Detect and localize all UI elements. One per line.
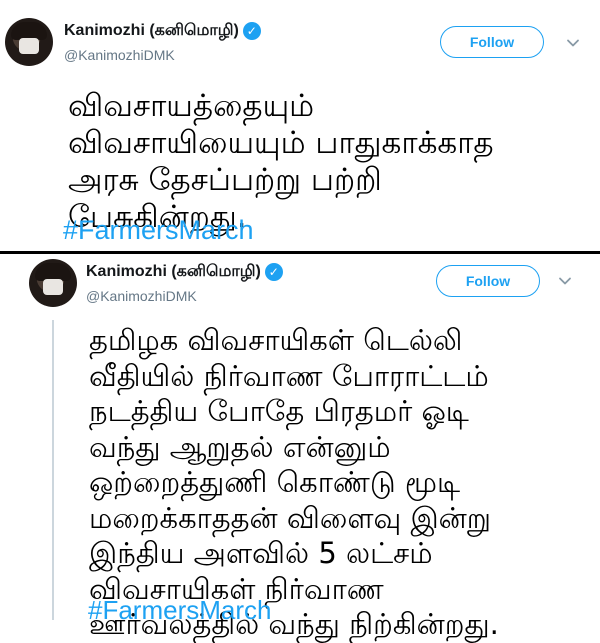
verified-badge-icon: ✓ (264, 263, 283, 281)
thread-line (52, 320, 54, 620)
chevron-down-icon[interactable] (558, 274, 572, 288)
author-display-name[interactable]: Kanimozhi (கனிமொழி) (86, 262, 261, 282)
author-handle[interactable]: @KanimozhiDMK (86, 288, 197, 304)
avatar-face (43, 279, 63, 295)
hashtag-link[interactable]: #FarmersMarch (88, 595, 271, 626)
tweet-card-2: Kanimozhi (கனிமொழி) ✓ @KanimozhiDMK Foll… (0, 0, 600, 641)
avatar[interactable] (29, 259, 77, 307)
author-row: Kanimozhi (கனிமொழி) ✓ (86, 262, 283, 282)
follow-button[interactable]: Follow (436, 265, 540, 297)
